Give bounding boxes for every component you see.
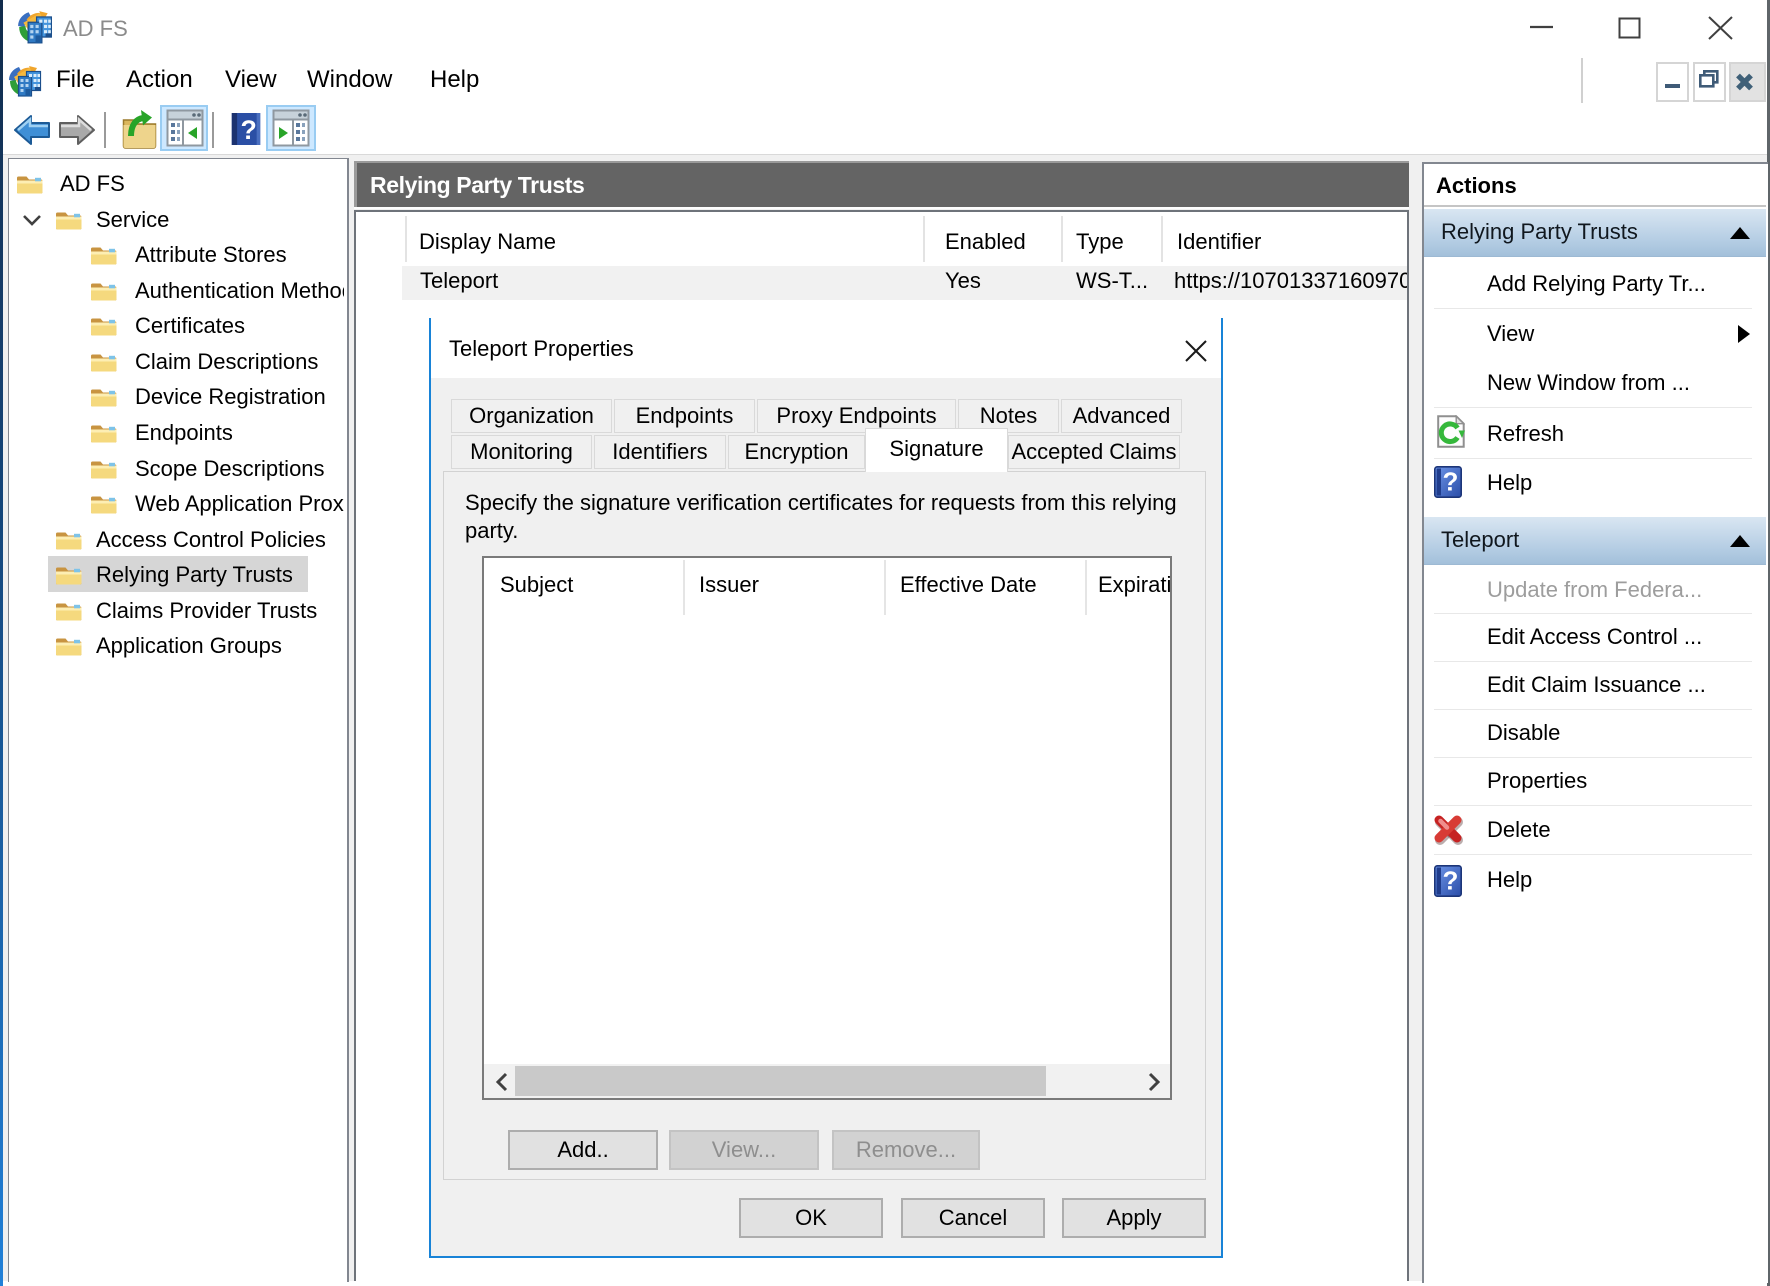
svg-text:?: ? xyxy=(241,115,257,145)
